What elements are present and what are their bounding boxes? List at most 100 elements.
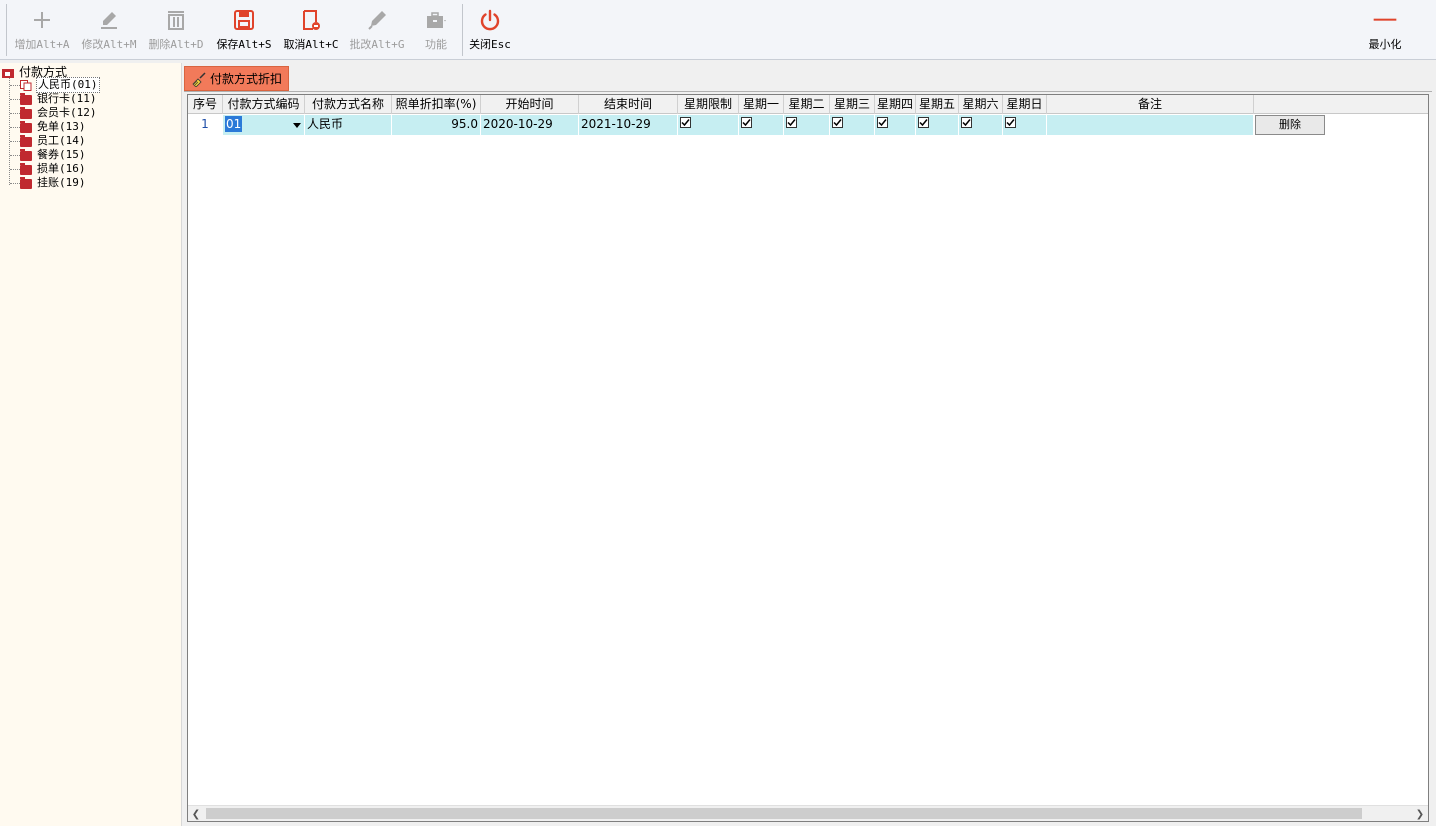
monday-checkbox[interactable]: [741, 117, 752, 128]
close-button-label: 关闭Esc: [469, 38, 511, 51]
folder-icon: [20, 135, 32, 147]
col-sun[interactable]: 星期日: [1003, 95, 1047, 114]
tab-payment-discount[interactable]: 付款方式折扣: [184, 66, 289, 91]
scroll-left-icon[interactable]: ❮: [188, 806, 204, 822]
add-button-label: 增加Alt+A: [14, 38, 70, 51]
cell-name[interactable]: 人民币: [305, 115, 392, 135]
week-limit-checkbox[interactable]: [680, 117, 691, 128]
folder-icon: [20, 93, 32, 105]
tree-branch: [10, 99, 20, 100]
col-fri[interactable]: 星期五: [916, 95, 959, 114]
cell-fri: [916, 115, 959, 135]
edit-button[interactable]: 修改Alt+M: [79, 4, 139, 56]
tab-underline: [184, 91, 1432, 92]
delete-row-button[interactable]: 删除: [1255, 115, 1325, 135]
root-folder-icon: [2, 67, 14, 78]
tree-branch: [10, 155, 20, 156]
cell-code[interactable]: 01: [223, 115, 305, 135]
col-seq[interactable]: 序号: [188, 95, 223, 114]
save-button[interactable]: 保存Alt+S: [213, 4, 275, 56]
discount-grid: 序号 付款方式编码 付款方式名称 照单折扣率(%) 开始时间 结束时间 星期限制…: [187, 94, 1429, 822]
folder-icon: [20, 121, 32, 133]
tree-item-label: 损单(16): [37, 162, 86, 175]
plus-icon: [34, 12, 50, 28]
tab-label: 付款方式折扣: [210, 72, 283, 86]
col-name[interactable]: 付款方式名称: [305, 95, 392, 114]
col-mon[interactable]: 星期一: [739, 95, 784, 114]
tree-item-label: 挂账(19): [37, 176, 86, 189]
saturday-checkbox[interactable]: [961, 117, 972, 128]
tree-branch: [10, 183, 20, 184]
delete-toolbar-button[interactable]: 删除Alt+D: [146, 4, 206, 56]
cell-discount[interactable]: 95.0: [392, 115, 481, 135]
tree-item-label: 餐券(15): [37, 148, 86, 161]
pencil-icon: [101, 12, 117, 29]
cell-week-limit: [678, 115, 739, 135]
col-note[interactable]: 备注: [1047, 95, 1254, 114]
cell-start[interactable]: 2020-10-29: [481, 115, 579, 135]
tuesday-checkbox[interactable]: [786, 117, 797, 128]
toolbar: 增加Alt+A 修改Alt+M 删除Alt+D 保存Alt+S 取消Alt+C …: [0, 0, 1436, 60]
batch-edit-button-label: 批改Alt+G: [349, 38, 405, 51]
batch-edit-button[interactable]: 批改Alt+G: [347, 4, 407, 56]
cancel-button[interactable]: 取消Alt+C: [280, 4, 342, 56]
minimize-button[interactable]: 最小化: [1362, 4, 1408, 56]
tree-branch: [10, 141, 20, 142]
payment-method-tree: 付款方式 人民币(01) 银行卡(11) 会员卡(12) 免单(13) 员工(1…: [0, 63, 182, 826]
col-end[interactable]: 结束时间: [579, 95, 678, 114]
tree-item-label: 免单(13): [37, 120, 86, 133]
close-button[interactable]: 关闭Esc: [466, 4, 514, 56]
thursday-checkbox[interactable]: [877, 117, 888, 128]
function-button-label: 功能: [425, 38, 447, 51]
cell-sat: [959, 115, 1003, 135]
scroll-right-icon[interactable]: ❯: [1412, 806, 1428, 822]
col-sat[interactable]: 星期六: [959, 95, 1003, 114]
tree-item-label: 银行卡(11): [37, 92, 97, 105]
col-discount[interactable]: 照单折扣率(%): [392, 95, 481, 114]
document-icon: [20, 80, 32, 91]
scrollbar-thumb[interactable]: [206, 808, 1362, 819]
add-button[interactable]: 增加Alt+A: [12, 4, 72, 56]
cancel-button-label: 取消Alt+C: [283, 38, 339, 51]
col-tue[interactable]: 星期二: [784, 95, 830, 114]
col-thu[interactable]: 星期四: [875, 95, 916, 114]
tree-item-label: 会员卡(12): [37, 106, 97, 119]
chevron-down-icon[interactable]: [289, 116, 304, 134]
col-wed[interactable]: 星期三: [830, 95, 875, 114]
tree-branch: [10, 127, 20, 128]
trash-icon: [168, 11, 184, 30]
delete-toolbar-button-label: 删除Alt+D: [148, 38, 204, 51]
power-icon: [480, 9, 500, 31]
tree-branch: [10, 169, 20, 170]
cell-tue: [784, 115, 830, 135]
cell-mon: [739, 115, 784, 135]
cell-sun: [1003, 115, 1047, 135]
broom-icon: [192, 71, 206, 87]
pen-icon: [368, 11, 386, 30]
toolbox-icon: [427, 12, 446, 28]
minimize-icon: [1373, 18, 1397, 21]
cancel-doc-icon: [303, 10, 320, 30]
table-row[interactable]: 1 01 人民币 95.0 2020-10-29 2021-10-29 删除: [188, 115, 1428, 135]
cell-end[interactable]: 2021-10-29: [579, 115, 678, 135]
code-input[interactable]: 01: [225, 116, 242, 132]
grid-header: 序号 付款方式编码 付款方式名称 照单折扣率(%) 开始时间 结束时间 星期限制…: [188, 95, 1428, 114]
function-button[interactable]: 功能: [414, 4, 458, 56]
cell-thu: [875, 115, 916, 135]
col-start[interactable]: 开始时间: [481, 95, 579, 114]
tree-item-label: 人民币(01): [36, 77, 100, 93]
cell-note[interactable]: [1047, 115, 1254, 135]
col-week-limit[interactable]: 星期限制: [678, 95, 739, 114]
horizontal-scrollbar[interactable]: ❮ ❯: [188, 805, 1428, 821]
folder-icon: [20, 107, 32, 119]
save-button-label: 保存Alt+S: [216, 38, 272, 51]
save-icon: [234, 10, 254, 30]
col-action: [1254, 95, 1428, 114]
sunday-checkbox[interactable]: [1005, 117, 1016, 128]
friday-checkbox[interactable]: [918, 117, 929, 128]
folder-icon: [20, 163, 32, 175]
cell-wed: [830, 115, 875, 135]
wednesday-checkbox[interactable]: [832, 117, 843, 128]
col-code[interactable]: 付款方式编码: [223, 95, 305, 114]
edit-button-label: 修改Alt+M: [81, 38, 137, 51]
